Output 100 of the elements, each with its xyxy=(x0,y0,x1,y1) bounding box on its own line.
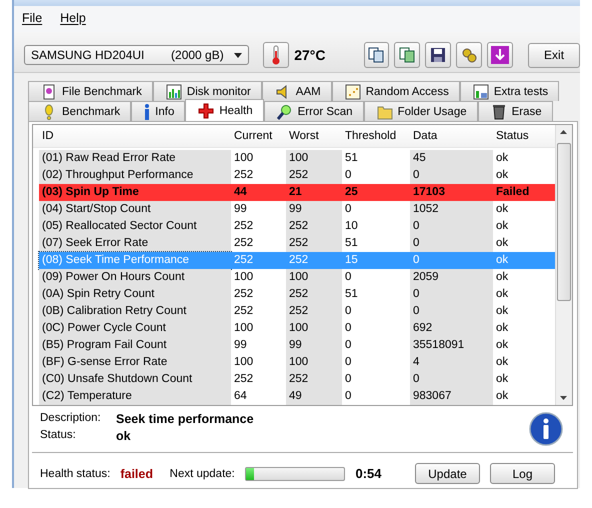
worst-cell: 99 xyxy=(286,337,342,354)
attribute-id-cell: (B5) Program Fail Count xyxy=(39,337,231,354)
column-header[interactable]: ID xyxy=(39,125,231,147)
threshold-cell-text: 10 xyxy=(344,219,359,234)
status-cell-text: ok xyxy=(495,389,510,404)
status-cell-text: ok xyxy=(495,321,510,336)
menu-item[interactable]: File xyxy=(22,11,42,27)
copy-image-button[interactable] xyxy=(394,42,420,68)
data-cell: 692 xyxy=(410,320,493,337)
update-button[interactable]: Update xyxy=(414,463,480,484)
copy-icon xyxy=(368,47,384,63)
worst-cell: 252 xyxy=(286,235,342,252)
tab[interactable]: Disk monitor xyxy=(152,81,262,101)
status-cell-text: ok xyxy=(495,287,510,302)
threshold-cell-text: 51 xyxy=(344,151,359,166)
data-cell: 0 xyxy=(410,235,493,252)
attribute-id-cell: (C2) Temperature xyxy=(39,388,231,405)
threshold-cell: 15 xyxy=(342,252,410,269)
status-value: ok xyxy=(116,429,132,445)
worst-cell: 252 xyxy=(286,303,342,320)
dot-chart-icon xyxy=(344,84,361,100)
data-cell: 1052 xyxy=(410,201,493,218)
scrollbar[interactable] xyxy=(555,125,572,405)
current-cell-text: 252 xyxy=(233,304,254,319)
current-cell-text: 100 xyxy=(233,355,254,370)
column-header[interactable]: Threshold xyxy=(342,125,410,147)
save-button[interactable] xyxy=(425,42,452,68)
menu-item[interactable]: Help xyxy=(60,11,86,27)
attribute-id-cell: (08) Seek Time Performance xyxy=(39,252,231,269)
drive-dropdown[interactable]: SAMSUNG HD204UI (2000 gB) xyxy=(24,45,250,65)
tab[interactable]: Health xyxy=(185,99,264,121)
download-button[interactable] xyxy=(487,42,514,68)
column-header[interactable]: Status xyxy=(493,125,555,147)
status-label: Status: xyxy=(40,429,77,443)
threshold-cell: 25 xyxy=(342,184,410,201)
worst-cell: 252 xyxy=(286,371,342,388)
description-label: Description: xyxy=(40,412,102,426)
data-cell: 2059 xyxy=(410,269,493,286)
attribute-id-cell: (C0) Unsafe Shutdown Count xyxy=(39,371,231,388)
bar-chart-icon xyxy=(166,84,182,100)
tab[interactable]: Extra tests xyxy=(460,81,560,101)
column-header[interactable]: Worst xyxy=(286,125,342,147)
tab[interactable]: Folder Usage xyxy=(364,101,478,121)
tab[interactable]: File Benchmark xyxy=(28,81,153,101)
gears-button[interactable] xyxy=(456,42,482,68)
attribute-id-cell: (09) Power On Hours Count xyxy=(39,269,231,286)
info-icon xyxy=(144,104,150,120)
status-cell: Failed xyxy=(493,184,555,201)
attribute-id-cell: (05) Reallocated Sector Count xyxy=(39,218,231,235)
current-cell: 252 xyxy=(231,252,286,269)
threshold-cell-text: 0 xyxy=(344,355,352,370)
status-cell-text: ok xyxy=(495,270,510,285)
threshold-cell-text: 0 xyxy=(344,304,352,319)
log-button[interactable]: Log xyxy=(490,463,556,484)
status-cell: ok xyxy=(493,252,555,269)
next-update-label: Next update: xyxy=(170,468,235,480)
data-cell: 45 xyxy=(410,150,493,167)
threshold-cell-text: 0 xyxy=(344,168,352,183)
dropdown-arrow-icon xyxy=(234,52,242,58)
worst-cell: 100 xyxy=(286,354,342,371)
scroll-down-icon[interactable] xyxy=(560,396,567,400)
copy-button[interactable] xyxy=(364,42,390,68)
attribute-id-cell: (0C) Power Cycle Count xyxy=(39,320,231,337)
attribute-id-cell: (BF) G-sense Error Rate xyxy=(39,354,231,371)
gears-icon xyxy=(461,47,478,63)
tab[interactable]: AAM xyxy=(262,81,332,101)
worst-cell: 252 xyxy=(286,286,342,303)
tab[interactable]: Random Access xyxy=(332,81,460,101)
data-cell: 35518091 xyxy=(410,337,493,354)
threshold-cell-text: 51 xyxy=(344,287,359,302)
attribute-id-cell: (07) Seek Error Rate xyxy=(39,235,231,252)
tab[interactable]: Error Scan xyxy=(264,101,364,121)
data-cell: 0 xyxy=(410,303,493,320)
tab[interactable]: Benchmark xyxy=(28,101,132,121)
column-header[interactable]: Data xyxy=(410,125,493,147)
current-cell: 44 xyxy=(231,184,286,201)
chart-icon xyxy=(472,84,489,100)
thermometer-button[interactable] xyxy=(263,42,290,68)
health-status-value: failed xyxy=(120,466,154,480)
exit-button[interactable]: Exit xyxy=(528,42,580,68)
current-cell-text: 100 xyxy=(233,270,254,285)
worst-cell: 100 xyxy=(286,150,342,167)
worst-cell: 252 xyxy=(286,167,342,184)
data-cell: 0 xyxy=(410,371,493,388)
data-cell: 0 xyxy=(410,252,493,269)
column-header[interactable]: Current xyxy=(231,125,286,147)
worst-cell: 100 xyxy=(286,320,342,337)
threshold-cell-text: 51 xyxy=(344,236,359,251)
current-cell-text: 252 xyxy=(233,287,254,302)
tab[interactable]: Erase xyxy=(478,101,553,121)
worst-cell: 252 xyxy=(286,218,342,235)
temperature-reading: 27°C xyxy=(294,47,326,63)
attribute-id-cell: (04) Start/Stop Count xyxy=(39,201,231,218)
scroll-up-icon[interactable] xyxy=(560,130,567,134)
threshold-cell-text: 0 xyxy=(344,338,352,353)
tab[interactable]: Info xyxy=(131,101,186,121)
status-cell-text: ok xyxy=(495,168,510,183)
current-cell-text: 100 xyxy=(233,151,254,166)
magnifier-icon xyxy=(276,104,293,120)
status-cell-text: ok xyxy=(495,355,510,370)
